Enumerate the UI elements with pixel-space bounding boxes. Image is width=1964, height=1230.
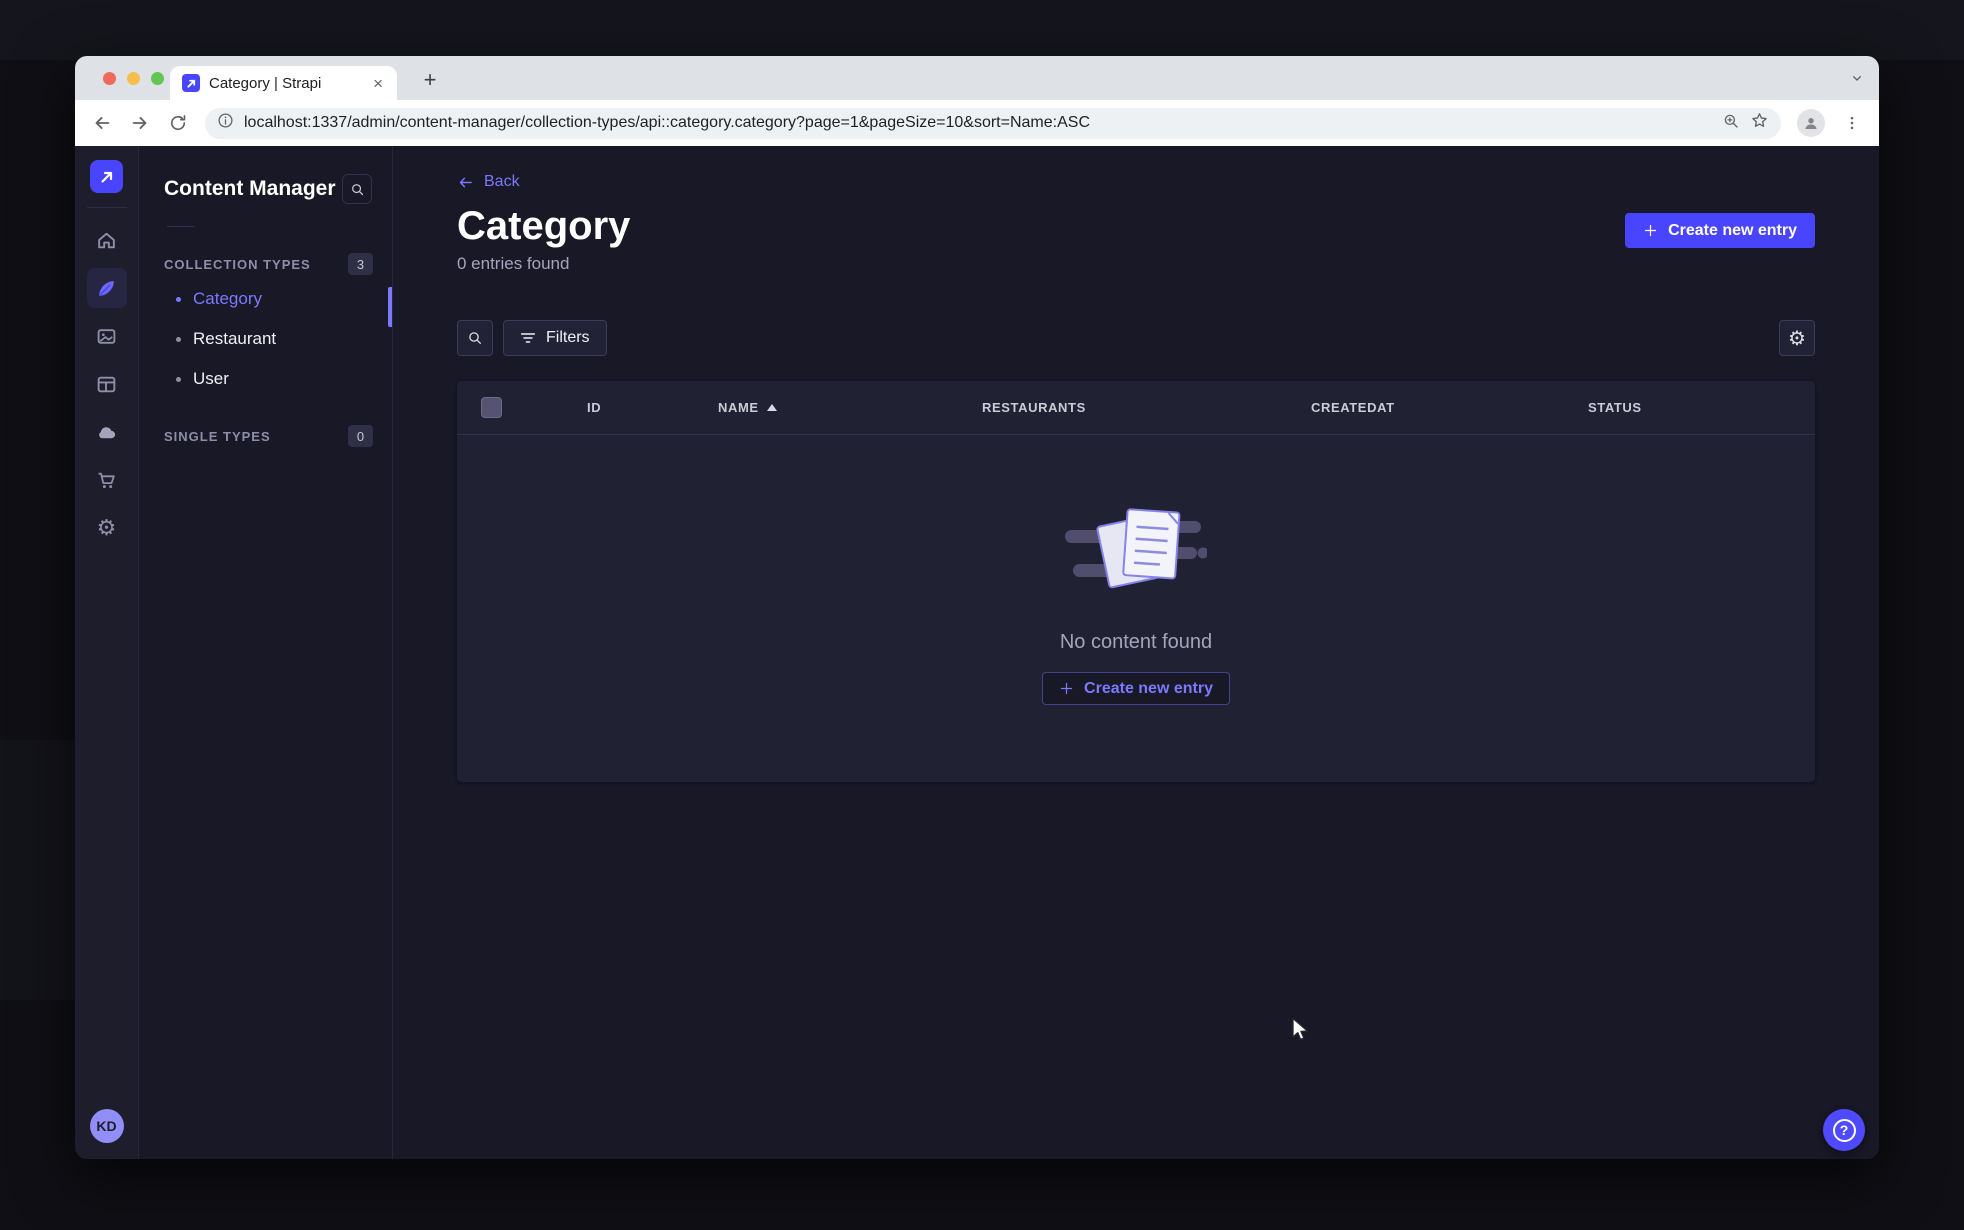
search-entries-button[interactable] [457,320,493,356]
desktop: Category | Strapi × + localhost:1337/adm… [0,0,1964,1230]
media-library-icon[interactable] [87,316,127,356]
subnav-item-user[interactable]: User [139,359,392,399]
no-content-illustration-icon [1065,508,1207,589]
arrow-left-icon [459,177,472,187]
bullet-icon [176,296,181,302]
subnav-item-label: User [193,369,229,388]
back-nav-icon[interactable] [91,112,113,134]
back-label: Back [484,173,520,190]
back-link[interactable]: Back [457,173,520,191]
browser-window: Category | Strapi × + localhost:1337/adm… [75,56,1879,1159]
zoom-page-icon[interactable] [1722,112,1740,135]
browser-tab[interactable]: Category | Strapi × [170,66,397,100]
bullet-icon [176,336,181,342]
subnav-search-button[interactable] [342,174,372,204]
subnav-item-category[interactable]: Category [139,279,392,319]
strapi-app: ⚙ KD Content Manager COLLECTION TYPES 3 [75,146,1879,1159]
tab-search-chevron-icon[interactable] [1849,56,1865,100]
entries-table-card: ID NAME RESTAURANTS CREATEDAT STATUS No … [457,381,1815,782]
filters-button[interactable]: Filters [503,320,607,356]
table-header-row: ID NAME RESTAURANTS CREATEDAT STATUS [457,381,1815,435]
collection-types-list: Category Restaurant User [139,279,392,399]
browser-toolbar: localhost:1337/admin/content-manager/col… [75,100,1879,146]
filter-icon [520,333,536,343]
bookmark-star-icon[interactable] [1750,111,1769,135]
subnav-divider [167,226,194,227]
forward-nav-icon[interactable] [129,112,151,134]
single-types-label: SINGLE TYPES [164,428,271,444]
plus-icon [1060,682,1073,695]
empty-create-new-entry-button[interactable]: Create new entry [1042,672,1230,705]
strapi-favicon-icon [182,74,200,92]
column-header-status[interactable]: STATUS [1588,400,1791,415]
active-item-indicator [388,287,392,327]
entries-count-text: 0 entries found [457,254,570,273]
home-icon[interactable] [87,220,127,260]
question-mark-icon: ? [1832,1118,1856,1142]
single-types-count-badge: 0 [348,425,373,447]
subnav-item-label: Restaurant [193,329,277,348]
site-info-icon[interactable] [217,112,234,134]
column-header-name[interactable]: NAME [718,400,982,415]
main-content: Back Category Create new entry 0 entries… [393,146,1879,1159]
browser-profile-avatar[interactable] [1797,109,1825,137]
rail-divider [86,207,127,208]
tab-title: Category | Strapi [209,74,322,92]
page-title: Category [457,204,631,248]
content-manager-subnav: Content Manager COLLECTION TYPES 3 Categ… [139,146,393,1159]
marketplace-cart-icon[interactable] [87,460,127,500]
sort-ascending-icon [766,404,777,411]
filter-bar: Filters ⚙ [457,320,1815,356]
cloud-icon[interactable] [87,412,127,452]
window-controls [103,56,164,100]
settings-gear-icon[interactable]: ⚙ [87,508,127,548]
browser-tab-bar: Category | Strapi × + [75,56,1879,100]
subnav-title: Content Manager [164,177,336,200]
minimize-window-button[interactable] [127,71,140,85]
collection-types-count-badge: 3 [348,253,373,275]
column-header-createdat[interactable]: CREATEDAT [1311,400,1588,415]
view-settings-button[interactable]: ⚙ [1779,320,1815,356]
strapi-logo-icon[interactable] [90,160,123,193]
plus-icon [1644,224,1657,237]
url-text[interactable]: localhost:1337/admin/content-manager/col… [244,114,1712,132]
desktop-background-band [0,0,1964,60]
help-button[interactable]: ? [1823,1109,1865,1151]
zoom-window-button[interactable] [151,71,164,85]
empty-state: No content found Create new entry [457,435,1815,705]
collection-types-label: COLLECTION TYPES [164,256,311,272]
content-type-builder-icon[interactable] [87,364,127,404]
reload-icon[interactable] [167,112,189,134]
bullet-icon [176,376,181,382]
url-bar[interactable]: localhost:1337/admin/content-manager/col… [205,107,1781,139]
subnav-item-label: Category [193,289,262,308]
new-tab-button[interactable]: + [415,65,445,95]
create-new-entry-button[interactable]: Create new entry [1625,213,1815,248]
select-all-checkbox[interactable] [481,397,502,418]
content-manager-icon[interactable] [86,268,127,308]
column-header-id[interactable]: ID [587,400,718,415]
search-icon [469,332,481,344]
no-content-message: No content found [1059,631,1213,653]
column-header-restaurants[interactable]: RESTAURANTS [982,400,1311,415]
browser-menu-kebab-icon[interactable] [1841,112,1863,134]
user-avatar[interactable]: KD [89,1109,124,1143]
close-tab-icon[interactable]: × [369,73,387,94]
main-nav-rail: ⚙ KD [75,146,139,1159]
close-window-button[interactable] [103,71,116,85]
subnav-item-restaurant[interactable]: Restaurant [139,319,392,359]
